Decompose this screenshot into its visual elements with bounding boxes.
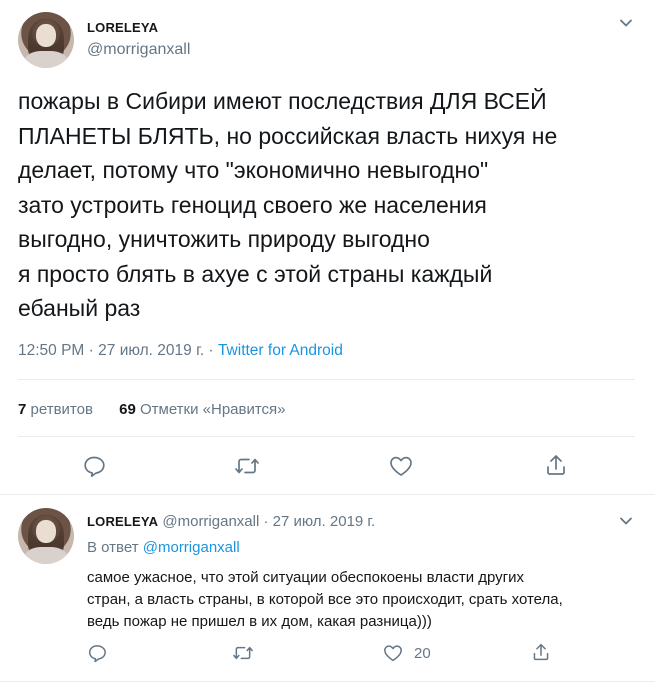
- reply-avatar[interactable]: [18, 508, 74, 564]
- likes-count: 69: [119, 401, 136, 418]
- reply-to-handle[interactable]: @morriganxall: [143, 539, 240, 556]
- avatar[interactable]: [18, 12, 74, 68]
- chevron-down-icon[interactable]: [618, 15, 634, 31]
- retweets-label: ретвитов: [26, 401, 93, 418]
- author-name[interactable]: LORELEYA: [87, 20, 158, 35]
- reply-date[interactable]: 27 июл. 2019 г.: [273, 513, 376, 530]
- meta-separator: ·: [204, 342, 218, 359]
- retweet-button[interactable]: [232, 643, 254, 663]
- meta-separator: ·: [84, 342, 99, 359]
- retweets-stat[interactable]: 7 ретвитов: [18, 401, 93, 418]
- reply-icon: [82, 454, 106, 478]
- divider: [0, 494, 655, 495]
- tweet-stats: 7 ретвитов 69 Отметки «Нравится»: [18, 401, 286, 418]
- likes-label: Отметки «Нравится»: [135, 401, 286, 418]
- reply-button[interactable]: [82, 454, 106, 478]
- tweet-date[interactable]: 27 июл. 2019 г.: [98, 342, 204, 359]
- divider: [0, 681, 655, 682]
- reply-author-name[interactable]: LORELEYA: [87, 514, 158, 529]
- share-icon: [545, 453, 567, 477]
- divider: [18, 379, 635, 380]
- like-button[interactable]: [389, 455, 413, 477]
- share-icon: [532, 642, 550, 662]
- share-button[interactable]: [532, 642, 550, 662]
- divider: [18, 436, 635, 437]
- likes-stat[interactable]: 69 Отметки «Нравится»: [119, 401, 285, 418]
- retweet-button[interactable]: [234, 454, 260, 478]
- heart-icon: [383, 644, 403, 662]
- reply-button[interactable]: [87, 643, 107, 663]
- reply-like-count: 20: [414, 644, 431, 662]
- like-button[interactable]: 20: [383, 644, 431, 662]
- reply-icon: [87, 643, 107, 663]
- share-button[interactable]: [545, 453, 567, 477]
- heart-icon: [389, 455, 413, 477]
- reply-to: В ответ @morriganxall: [87, 539, 240, 556]
- reply-to-prefix: В ответ: [87, 539, 143, 556]
- reply-header: LORELEYA @morriganxall · 27 июл. 2019 г.: [87, 513, 375, 530]
- chevron-down-icon[interactable]: [618, 513, 634, 529]
- reply-text: самое ужасное, что этой ситуации обеспок…: [87, 569, 563, 630]
- retweet-icon: [234, 454, 260, 478]
- author-handle[interactable]: @morriganxall: [87, 41, 190, 59]
- tweet-source[interactable]: Twitter for Android: [218, 342, 343, 359]
- meta-separator: ·: [259, 513, 273, 530]
- tweet-meta: 12:50 PM · 27 июл. 2019 г. · Twitter for…: [18, 342, 343, 360]
- tweet-text: пожары в Сибири имеют последствия ДЛЯ ВС…: [18, 88, 558, 321]
- retweet-icon: [232, 643, 254, 663]
- tweet-time[interactable]: 12:50 PM: [18, 342, 84, 359]
- reply-author-handle[interactable]: @morriganxall: [162, 513, 259, 530]
